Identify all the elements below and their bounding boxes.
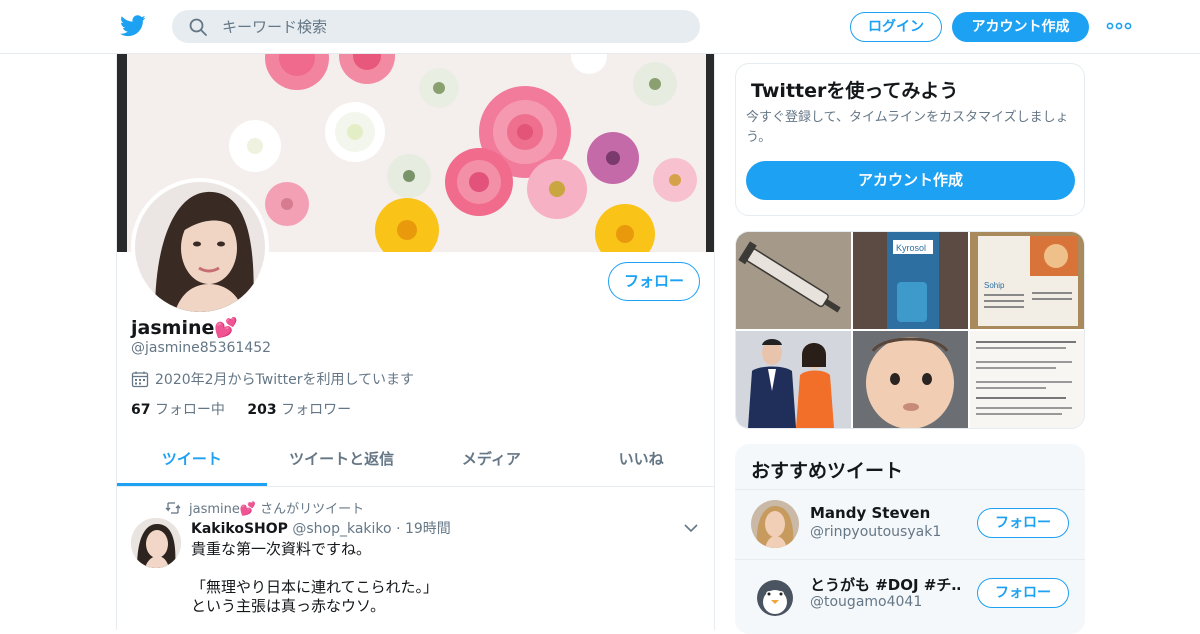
following-stat[interactable]: 67 フォロー中 xyxy=(131,402,225,418)
media-couple-photo[interactable] xyxy=(736,331,851,428)
signup-card-button[interactable]: アカウント作成 xyxy=(746,161,1075,200)
tab-likes[interactable]: いいね xyxy=(566,434,714,486)
retweet-by-text[interactable]: jasmine💕 さんがリツイート xyxy=(189,498,364,517)
search-box[interactable] xyxy=(172,10,700,43)
tweet-line: 「無理やり日本に連れてこられた。」 xyxy=(191,578,439,596)
media-baby-photo[interactable] xyxy=(853,331,968,428)
signup-card: Twitterを使ってみよう 今すぐ登録して、タイムラインをカスタマイズしましょ… xyxy=(735,63,1085,216)
recommended-tweets-card: おすすめツイート Mandy Steven @rinpyoutousyak1 フ… xyxy=(735,444,1085,634)
twitter-logo-icon[interactable] xyxy=(120,14,146,38)
recommended-follow-button[interactable]: フォロー xyxy=(977,578,1069,608)
tab-media[interactable]: メディア xyxy=(417,434,567,486)
signup-card-title: Twitterを使ってみよう xyxy=(751,80,959,102)
profile-column: フォロー jasmine💕 @jasmine85361452 2020年2月から… xyxy=(116,54,715,630)
tweet-line xyxy=(191,559,438,578)
tweet-header: KakikoSHOP @shop_kakiko · 19時間 xyxy=(191,518,451,538)
media-syringe-photo[interactable] xyxy=(736,232,851,329)
recommended-user-handle[interactable]: @rinpyoutousyak1 xyxy=(810,524,941,540)
chevron-down-icon[interactable] xyxy=(683,522,699,534)
recommended-user-name[interactable]: Mandy Steven xyxy=(810,504,930,522)
sohip-label: Sohip xyxy=(984,281,1005,290)
recommended-title: おすすめツイート xyxy=(751,460,904,482)
signup-button[interactable]: アカウント作成 xyxy=(952,12,1089,42)
tweet-author-name[interactable]: KakikoSHOP xyxy=(191,521,288,537)
followers-stat[interactable]: 203 フォロワー xyxy=(247,402,351,418)
media-grid: Kyrosol Sohip xyxy=(735,231,1085,429)
tweet-line: 貴重な第一次資料ですね。 xyxy=(191,540,372,558)
recommended-user-avatar[interactable] xyxy=(751,500,799,548)
profile-stats: 67 フォロー中 203 フォロワー xyxy=(131,399,369,419)
profile-avatar[interactable] xyxy=(131,178,269,316)
retweet-context: jasmine💕 さんがリツイート xyxy=(165,498,364,517)
media-document-photo[interactable] xyxy=(970,331,1084,428)
tab-tweets[interactable]: ツイート xyxy=(117,434,267,486)
kyrosol-label: Kyrosol xyxy=(896,243,926,253)
recommended-user-handle[interactable]: @tougamo4041 xyxy=(810,594,922,610)
more-options-icon[interactable] xyxy=(1104,14,1134,38)
media-medical-leaflet-photo[interactable]: Sohip xyxy=(970,232,1084,329)
media-kyrosol-photo[interactable]: Kyrosol xyxy=(853,232,968,329)
following-label: フォロー中 xyxy=(154,402,225,418)
search-icon xyxy=(189,18,207,36)
joined-date-text: 2020年2月からTwitterを利用しています xyxy=(155,372,415,388)
profile-handle[interactable]: @jasmine85361452 xyxy=(131,340,271,356)
retweet-icon xyxy=(165,501,181,514)
followers-count: 203 xyxy=(247,402,277,418)
search-input[interactable] xyxy=(222,10,682,43)
signup-card-description: 今すぐ登録して、タイムラインをカスタマイズしましょう。 xyxy=(746,110,1069,145)
tweet-author-avatar[interactable] xyxy=(131,518,181,568)
calendar-icon xyxy=(131,371,149,388)
tweet-separator: · xyxy=(396,521,401,537)
follow-button[interactable]: フォロー xyxy=(608,262,700,301)
tweet-text: 貴重な第一次資料ですね。 「無理やり日本に連れてこられた。」 という主張は真っ赤… xyxy=(191,540,438,616)
recommended-user[interactable]: とうがも #DOJ #チ… @tougamo4041 フォロー xyxy=(735,559,1085,628)
following-count: 67 xyxy=(131,402,151,418)
tweet-line: という主張は真っ赤なウソ。 xyxy=(191,597,386,615)
login-button[interactable]: ログイン xyxy=(850,12,942,42)
top-bar: ログイン アカウント作成 xyxy=(0,0,1200,54)
recommended-user-avatar[interactable] xyxy=(751,570,799,618)
recommended-follow-button[interactable]: フォロー xyxy=(977,508,1069,538)
profile-display-name: jasmine💕 xyxy=(131,317,239,339)
profile-joined: 2020年2月からTwitterを利用しています xyxy=(131,369,414,389)
recommended-user[interactable]: Mandy Steven @rinpyoutousyak1 フォロー xyxy=(735,489,1085,558)
profile-tabs: ツイート ツイートと返信 メディア いいね xyxy=(117,434,714,487)
tweet[interactable]: jasmine💕 さんがリツイート KakikoSHOP @shop_kakik… xyxy=(117,488,714,630)
tweet-time[interactable]: 19時間 xyxy=(405,521,451,537)
followers-label: フォロワー xyxy=(281,402,352,418)
tweet-author-handle[interactable]: @shop_kakiko xyxy=(292,521,391,537)
recommended-user-name[interactable]: とうがも #DOJ #チ… xyxy=(810,574,960,595)
tab-tweets-and-replies[interactable]: ツイートと返信 xyxy=(267,434,417,486)
